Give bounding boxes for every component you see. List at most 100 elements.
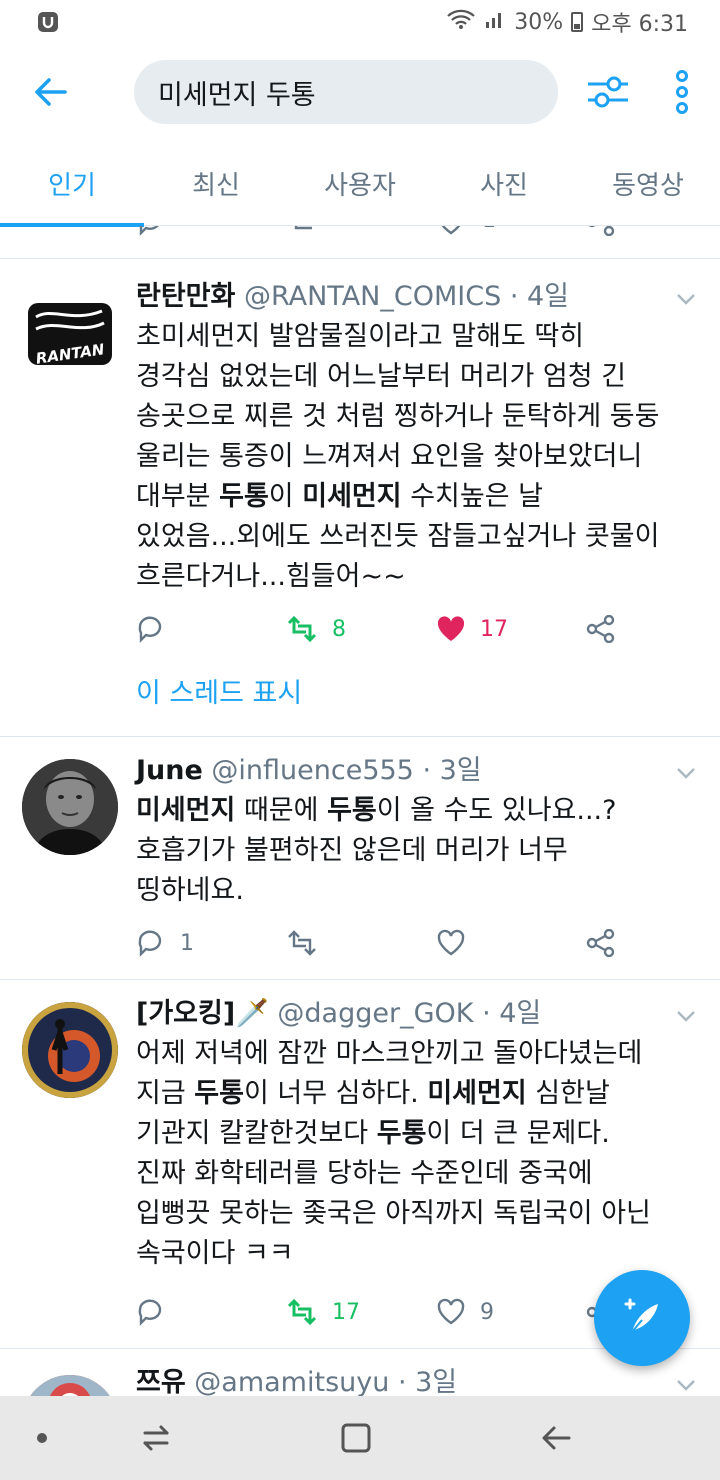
tweet-text-segment: 이 — [268, 481, 303, 512]
tweet-author-handle[interactable]: @amamitsuyu — [194, 1367, 389, 1396]
tweet-author-name[interactable]: June — [136, 755, 203, 786]
highlight-keyword: 미세먼지 — [427, 1078, 527, 1109]
search-input[interactable]: 미세먼지 두통 — [134, 60, 558, 124]
chevron-down-icon[interactable] — [674, 1373, 698, 1396]
compose-tweet-button[interactable] — [594, 1270, 690, 1366]
share-icon — [586, 615, 615, 643]
like-button[interactable]: 9 — [436, 1292, 494, 1332]
tweet-header: [가오킹]🗡️ @dagger_GOK · 4일 — [136, 998, 542, 1029]
share-icon[interactable] — [586, 226, 616, 237]
tweet-actions: 17 9 — [136, 1292, 616, 1332]
tab-photos[interactable]: 사진 — [432, 140, 576, 226]
chevron-down-icon[interactable] — [674, 287, 698, 311]
tab-latest[interactable]: 최신 — [144, 140, 288, 226]
tweet-header: 란탄만화 @RANTAN_COMICS · 4일 — [136, 281, 570, 312]
reply-icon — [138, 1299, 162, 1326]
tweet-author-name[interactable]: 란탄만화 — [136, 281, 235, 312]
search-header: 미세먼지 두통 — [0, 44, 720, 140]
retweet-icon — [287, 1298, 317, 1326]
vertical-dots-icon — [676, 70, 688, 114]
search-filter-button[interactable] — [584, 68, 632, 116]
home-icon[interactable] — [336, 1418, 376, 1458]
highlight-keyword: 두통 — [327, 795, 377, 826]
tweet-text-segment: 때문에 — [235, 795, 328, 826]
status-bar: 30% 오후 6:31 — [0, 0, 720, 44]
tweet-card[interactable]: RANTAN 란탄만화 @RANTAN_COMICS · 4일 초미세먼지 발암… — [0, 259, 720, 737]
retweet-icon[interactable] — [286, 226, 316, 236]
tweet-text: 미세먼지 때문에 두통이 올 수도 있나요...? 호흡기가 불편하진 않은데 … — [136, 791, 690, 911]
reply-button[interactable]: 1 — [136, 923, 194, 963]
tweet-text-segment: 이 너무 심하다. — [243, 1078, 428, 1109]
reply-button[interactable] — [136, 609, 166, 649]
tab-people[interactable]: 사용자 — [288, 140, 432, 226]
highlight-keyword: 미세먼지 — [136, 795, 236, 826]
like-count: 17 — [480, 616, 508, 642]
feather-plus-icon — [624, 1298, 658, 1333]
battery-percent: 30% — [514, 9, 564, 35]
avatar[interactable] — [22, 759, 118, 855]
tweet-time: 3일 — [439, 755, 482, 786]
system-nav-bar — [0, 1396, 720, 1480]
user-art-icon — [22, 1002, 118, 1098]
tweet-text: 어제 저녁에 잠깐 마스크안끼고 돌아다녔는데 지금 두통이 너무 심하다. 미… — [136, 1034, 690, 1274]
tweet-author-handle[interactable]: @influence555 — [211, 755, 413, 786]
share-icon — [586, 929, 615, 957]
share-button[interactable] — [586, 923, 616, 963]
tweet-author-handle[interactable]: @RANTAN_COMICS — [244, 281, 501, 312]
tweet-card[interactable]: June @influence555 · 3일 미세먼지 때문에 두통이 올 수… — [0, 737, 720, 979]
sliders-icon — [588, 76, 628, 108]
tweet-actions: 8 17 — [136, 609, 616, 649]
user-photo-icon — [22, 759, 118, 855]
tweet-time: 3일 — [415, 1367, 458, 1396]
more-options-button[interactable] — [664, 68, 700, 116]
tweet-time: 4일 — [527, 281, 570, 312]
tweet-author-name[interactable]: 쯔유 — [136, 1367, 186, 1396]
retweet-button[interactable]: 17 — [286, 1292, 360, 1332]
battery-icon — [571, 12, 584, 32]
avatar[interactable] — [22, 1002, 118, 1098]
tab-videos[interactable]: 동영상 — [576, 140, 720, 226]
tweet-author-name[interactable]: [가오킹]🗡️ — [136, 998, 269, 1029]
tab-top[interactable]: 인기 — [0, 140, 144, 227]
user-avatar-icon — [22, 1375, 118, 1396]
retweet-count: 17 — [332, 1299, 360, 1325]
heart-icon — [437, 929, 465, 956]
retweet-button[interactable] — [286, 923, 318, 963]
highlight-keyword: 미세먼지 — [302, 481, 402, 512]
like-icon[interactable] — [436, 226, 466, 236]
reply-button[interactable] — [136, 1292, 166, 1332]
back-arrow-icon — [35, 78, 67, 106]
highlight-keyword: 두통 — [194, 1078, 244, 1109]
wifi-icon — [446, 8, 476, 36]
status-right: 30% 오후 6:31 — [446, 8, 688, 37]
like-button[interactable] — [436, 923, 466, 963]
tweet-header: 쯔유 @amamitsuyu · 3일 — [136, 1367, 458, 1396]
tweet-header: June @influence555 · 3일 — [136, 755, 482, 786]
chevron-down-icon[interactable] — [674, 761, 698, 785]
heart-icon — [437, 1298, 465, 1325]
retweet-icon — [288, 930, 316, 956]
like-count: 9 — [480, 1299, 494, 1325]
retweet-button[interactable]: 8 — [286, 609, 346, 649]
back-button[interactable] — [24, 66, 76, 118]
heart-filled-icon — [437, 616, 465, 641]
recent-apps-icon[interactable] — [136, 1418, 176, 1458]
nav-dot-icon[interactable] — [22, 1418, 62, 1458]
highlight-keyword: 두통 — [376, 1118, 427, 1149]
reply-icon — [138, 616, 162, 643]
app-notification-icon — [36, 10, 60, 34]
share-button[interactable] — [586, 609, 616, 649]
chevron-down-icon[interactable] — [674, 1004, 698, 1028]
avatar[interactable]: RANTAN — [22, 293, 118, 389]
search-tabs: 인기 최신 사용자 사진 동영상 — [0, 140, 720, 227]
avatar[interactable] — [22, 1375, 118, 1396]
tweet-author-handle[interactable]: @dagger_GOK — [277, 998, 473, 1029]
retweet-count: 8 — [332, 616, 346, 642]
rantan-logo-icon: RANTAN — [28, 303, 112, 368]
back-nav-icon[interactable] — [536, 1418, 576, 1458]
partial-tweet-actions: 1 — [0, 226, 720, 248]
reply-icon[interactable] — [136, 226, 166, 236]
clock: 오후 6:31 — [591, 12, 688, 37]
show-thread-link[interactable]: 이 스레드 표시 — [136, 671, 302, 710]
like-button[interactable]: 17 — [436, 609, 508, 649]
